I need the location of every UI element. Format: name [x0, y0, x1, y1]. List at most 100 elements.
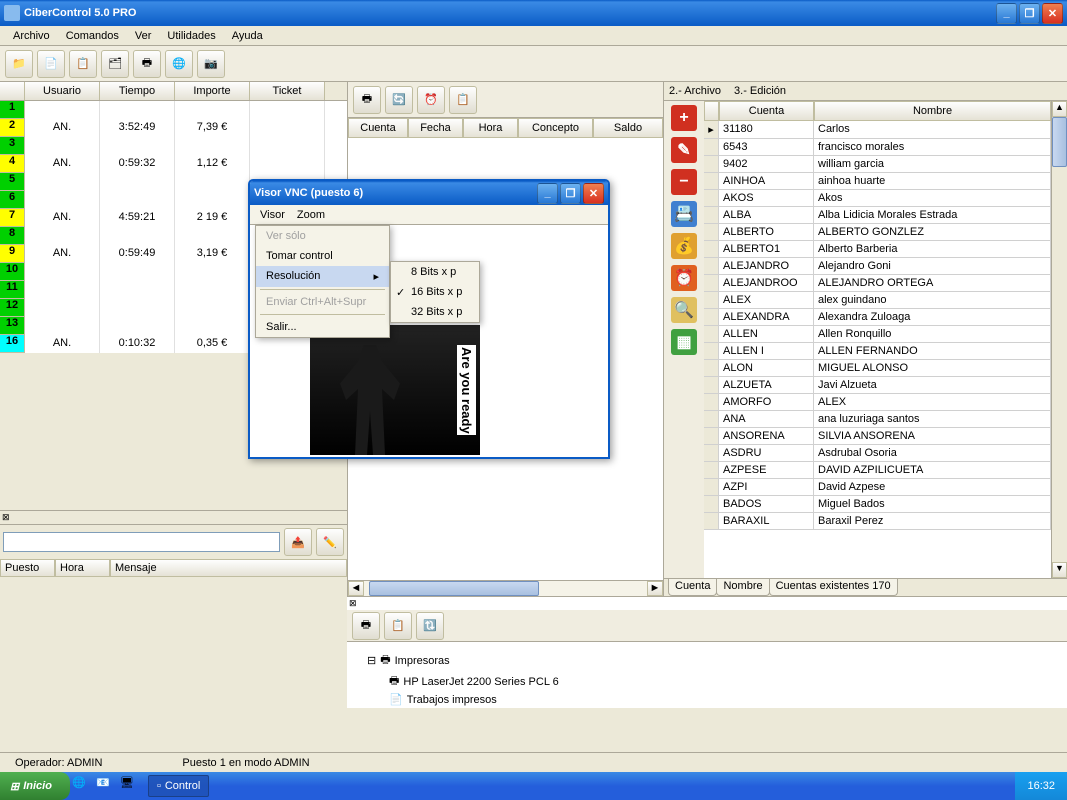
menu-resolucion[interactable]: Resolución▸: [256, 266, 389, 287]
add-icon[interactable]: +: [671, 105, 697, 131]
account-row[interactable]: ALEX alex guindano: [704, 292, 1051, 309]
col-usuario[interactable]: Usuario: [25, 82, 100, 100]
account-row[interactable]: ALEJANDROO ALEJANDRO ORTEGA: [704, 275, 1051, 292]
col-tiempo[interactable]: Tiempo: [100, 82, 175, 100]
account-row[interactable]: ALBERTO1 Alberto Barberia: [704, 241, 1051, 258]
toolbar-btn-2[interactable]: 📄: [37, 50, 65, 78]
scroll-thumb[interactable]: [369, 581, 539, 596]
delete-icon[interactable]: −: [671, 169, 697, 195]
mid-list-icon[interactable]: 📋: [449, 86, 477, 114]
account-row[interactable]: AINHOA ainhoa huarte: [704, 173, 1051, 190]
account-row[interactable]: ASDRU Asdrubal Osoria: [704, 445, 1051, 462]
acct-col-cuenta[interactable]: Cuenta: [719, 101, 814, 121]
account-row[interactable]: ALEXANDRA Alexandra Zuloaga: [704, 309, 1051, 326]
vnc-close-button[interactable]: ✕: [583, 183, 604, 204]
scroll-down-icon[interactable]: ▼: [1052, 562, 1067, 578]
menu-ayuda[interactable]: Ayuda: [224, 28, 271, 44]
scroll-left-icon[interactable]: ◄: [348, 581, 364, 596]
mid-col-concepto[interactable]: Concepto: [518, 118, 593, 138]
close-button[interactable]: ✕: [1042, 3, 1063, 24]
mid-print-icon[interactable]: 🖶: [353, 86, 381, 114]
msg-col-mensaje[interactable]: Mensaje: [110, 559, 347, 577]
account-row[interactable]: 9402 william garcia: [704, 156, 1051, 173]
scroll-up-icon[interactable]: ▲: [1052, 101, 1067, 117]
acct-col-nombre[interactable]: Nombre: [814, 101, 1051, 121]
toolbar-btn-4[interactable]: 🗂: [101, 50, 129, 78]
vnc-menu-zoom[interactable]: Zoom: [291, 207, 331, 223]
menu-salir[interactable]: Salir...: [256, 317, 389, 337]
alarm-icon[interactable]: ⏰: [671, 265, 697, 291]
quick-icon-3[interactable]: 🖥: [120, 776, 140, 796]
toolbar-btn-1[interactable]: 📁: [5, 50, 33, 78]
account-row[interactable]: ALON MIGUEL ALONSO: [704, 360, 1051, 377]
account-row[interactable]: ALBA Alba Lidicia Morales Estrada: [704, 207, 1051, 224]
toolbar-btn-7[interactable]: 📷: [197, 50, 225, 78]
mid-col-fecha[interactable]: Fecha: [408, 118, 463, 138]
account-row[interactable]: ALLEN I ALLEN FERNANDO: [704, 343, 1051, 360]
edit-icon[interactable]: ✎: [671, 137, 697, 163]
account-row[interactable]: ▸ 31180 Carlos: [704, 121, 1051, 139]
account-row[interactable]: 6543 francisco morales: [704, 139, 1051, 156]
toolbar-btn-6[interactable]: 🌐: [165, 50, 193, 78]
vnc-titlebar[interactable]: Visor VNC (puesto 6) _ ❐ ✕: [250, 181, 608, 205]
msg-col-hora[interactable]: Hora: [55, 559, 110, 577]
session-row[interactable]: 2 AN. 3:52:49 7,39 €: [0, 119, 347, 137]
account-row[interactable]: ANA ana luzuriaga santos: [704, 411, 1051, 428]
vnc-menu-visor[interactable]: Visor: [254, 207, 291, 223]
submenu-32bit[interactable]: 32 Bits x p: [391, 302, 479, 322]
accounts-menu-archivo[interactable]: 2.- Archivo: [669, 85, 721, 97]
grid-icon[interactable]: ▦: [671, 329, 697, 355]
scroll-right-icon[interactable]: ►: [647, 581, 663, 596]
print-list-icon[interactable]: 📋: [384, 612, 412, 640]
tree-root[interactable]: ⊟ 🖶 Impresoras: [367, 650, 1047, 671]
account-row[interactable]: BARAXIL Baraxil Perez: [704, 513, 1051, 530]
mid-hscroll[interactable]: ◄ ►: [348, 580, 663, 596]
accounts-vscroll[interactable]: ▲ ▼: [1051, 101, 1067, 578]
quick-icon-2[interactable]: 📧: [96, 776, 116, 796]
account-row[interactable]: ALZUETA Javi Alzueta: [704, 377, 1051, 394]
clock[interactable]: 16:32: [1015, 772, 1067, 800]
mid-col-cuenta[interactable]: Cuenta: [348, 118, 408, 138]
print-close-handle[interactable]: ⊠: [347, 597, 1067, 610]
close-handle[interactable]: ⊠: [0, 511, 347, 525]
msg-col-puesto[interactable]: Puesto: [0, 559, 55, 577]
tab-cuenta[interactable]: Cuenta: [668, 579, 717, 596]
session-row[interactable]: 4 AN. 0:59:32 1,12 €: [0, 155, 347, 173]
maximize-button[interactable]: ❐: [1019, 3, 1040, 24]
search-icon[interactable]: 🔍: [671, 297, 697, 323]
tab-nombre[interactable]: Nombre: [716, 579, 769, 596]
account-row[interactable]: ALLEN Allen Ronquillo: [704, 326, 1051, 343]
message-input[interactable]: [3, 532, 280, 552]
account-row[interactable]: BADOS Miguel Bados: [704, 496, 1051, 513]
menu-ver[interactable]: Ver: [127, 28, 160, 44]
submenu-16bit[interactable]: 16 Bits x p: [391, 282, 479, 302]
account-row[interactable]: AZPESE DAVID AZPILICUETA: [704, 462, 1051, 479]
account-row[interactable]: AKOS Akos: [704, 190, 1051, 207]
session-row[interactable]: 1: [0, 101, 347, 119]
menu-tomar-control[interactable]: Tomar control: [256, 246, 389, 266]
menu-comandos[interactable]: Comandos: [58, 28, 127, 44]
vnc-minimize-button[interactable]: _: [537, 183, 558, 204]
mid-col-saldo[interactable]: Saldo: [593, 118, 663, 138]
mid-refresh-icon[interactable]: 🔄: [385, 86, 413, 114]
print-refresh-icon[interactable]: 🔃: [416, 612, 444, 640]
account-row[interactable]: ALEJANDRO Alejandro Goni: [704, 258, 1051, 275]
vnc-maximize-button[interactable]: ❐: [560, 183, 581, 204]
col-importe[interactable]: Importe: [175, 82, 250, 100]
tree-device[interactable]: 🖶 HP LaserJet 2200 Series PCL 6: [389, 671, 1047, 692]
print-icon[interactable]: 🖶: [352, 612, 380, 640]
col-ticket[interactable]: Ticket: [250, 82, 325, 100]
vscroll-thumb[interactable]: [1052, 117, 1067, 167]
tab-existentes[interactable]: Cuentas existentes 170: [769, 579, 898, 596]
minimize-button[interactable]: _: [996, 3, 1017, 24]
mid-clock-icon[interactable]: ⏰: [417, 86, 445, 114]
account-row[interactable]: ANSORENA SILVIA ANSORENA: [704, 428, 1051, 445]
money-icon[interactable]: 💰: [671, 233, 697, 259]
account-row[interactable]: AMORFO ALEX: [704, 394, 1051, 411]
submenu-8bit[interactable]: 8 Bits x p: [391, 262, 479, 282]
mid-col-hora[interactable]: Hora: [463, 118, 518, 138]
session-row[interactable]: 3: [0, 137, 347, 155]
accounts-menu-edicion[interactable]: 3.- Edición: [734, 85, 786, 97]
task-control[interactable]: ▫ Control: [148, 775, 209, 797]
menu-archivo[interactable]: Archivo: [5, 28, 58, 44]
